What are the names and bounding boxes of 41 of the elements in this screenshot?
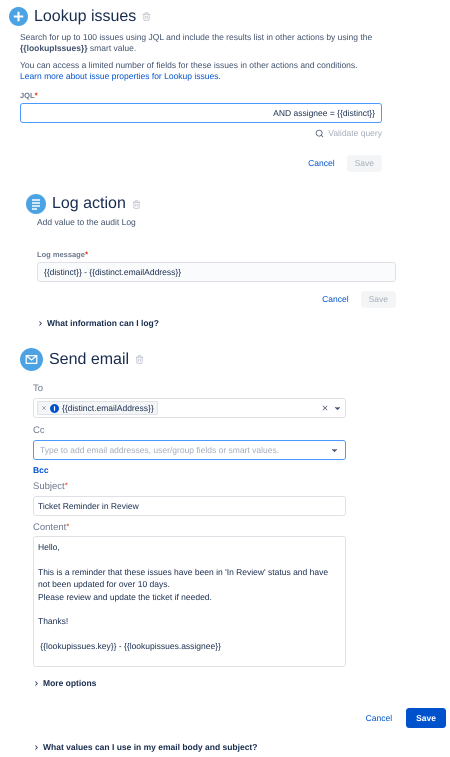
required-mark: * (84, 250, 88, 259)
chevron-icon (33, 680, 40, 686)
learn-more-link[interactable]: Learn more (20, 71, 64, 81)
to-field[interactable]: {{distinct.emailAddress}} (33, 398, 346, 418)
section-title: Log action (52, 195, 126, 213)
more-options-expander[interactable]: More options (33, 678, 96, 688)
chevron-icon (33, 744, 40, 750)
field-label: Cc (33, 425, 46, 436)
chevron-icon (37, 320, 44, 326)
log-message-field[interactable]: {{distinct}} - {{distinct.emailAddress}} (37, 262, 396, 282)
subject-field[interactable]: Ticket Reminder in Review (33, 496, 346, 516)
log-icon (26, 194, 46, 214)
clear-icon[interactable] (321, 404, 329, 412)
recipient-text: {{distinct.emailAddress}} (62, 403, 154, 413)
description-text: Search for up to 100 issues using JQL and include the results list in other actions by using the {{lookupIssues}} smart value. (20, 32, 374, 54)
save-button[interactable]: Save (406, 708, 446, 728)
required-mark: * (64, 481, 68, 490)
description-text: Add value to the audit Log (37, 217, 137, 228)
search-icon (315, 128, 324, 138)
add-icon (9, 7, 28, 26)
smart-value-icon (50, 404, 59, 412)
section-title: Send email (49, 350, 130, 368)
section-title: Lookup issues (34, 8, 136, 26)
jql-field[interactable]: AND assignee = {{distinct}} (20, 103, 382, 123)
cancel-button[interactable]: Cancel (318, 290, 353, 308)
information-expander[interactable]: What information can I log? (37, 318, 159, 328)
required-mark: * (34, 91, 38, 100)
field-label: Subject* (33, 481, 69, 492)
email-values-expander[interactable]: What values can I use in my email body and subject? (33, 742, 258, 752)
remove-icon[interactable] (41, 405, 47, 411)
cancel-button[interactable]: Cancel (304, 154, 339, 172)
field-label: To (33, 383, 44, 394)
bcc-link[interactable]: Bcc (33, 465, 49, 475)
mail-icon (20, 348, 43, 371)
note-text: You can access a limited number of fields for these issues in other actions and conditions. Learn more about issue properties for Lookup issues. (20, 60, 359, 82)
cancel-button[interactable]: Cancel (362, 709, 396, 727)
field-label: Content* (33, 522, 70, 533)
learn-more-link[interactable]: about issue properties for Lookup issues. (66, 71, 221, 81)
content-field[interactable]: Hello, This is a reminder that these issues have been in 'In Review' status and have not been updated for over 10 days. Please review and update the ticket if needed. Thanks! {{lookupissues.key}} - {{lookupissues.assignee}} (33, 536, 346, 667)
required-mark: * (66, 522, 70, 531)
recipient-chip[interactable]: {{distinct.emailAddress}} (37, 401, 158, 415)
